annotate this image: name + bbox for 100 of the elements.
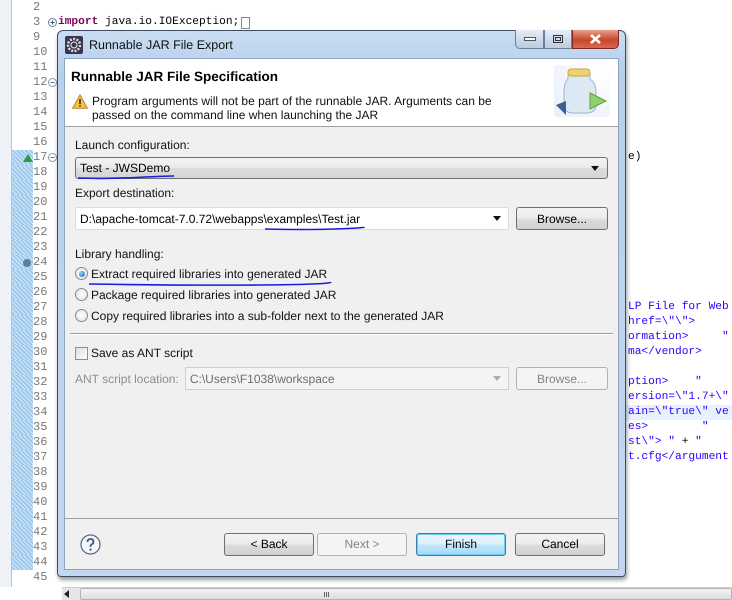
maximize-button[interactable] <box>544 30 572 49</box>
line-number: 41 <box>33 510 48 525</box>
line-number: 15 <box>33 120 48 135</box>
radio-label[interactable]: Copy required libraries into a sub-folder next to the generated JAR <box>91 308 444 322</box>
line-number: 22 <box>33 225 48 240</box>
window-title: Runnable JAR File Export <box>89 38 233 52</box>
change-bar <box>12 210 33 225</box>
line-number: 38 <box>33 465 48 480</box>
change-bar <box>12 495 33 510</box>
browse-button[interactable]: Browse... <box>516 207 608 230</box>
line-number: 42 <box>33 525 48 540</box>
radio-button[interactable] <box>75 267 88 280</box>
field-label: ANT script location: <box>75 372 179 386</box>
line-number: 21 <box>33 210 48 225</box>
change-bar <box>12 225 33 240</box>
change-bar <box>12 420 33 435</box>
line-number: 35 <box>33 420 48 435</box>
line-number: 43 <box>33 540 48 555</box>
line-number: 32 <box>33 375 48 390</box>
code-line: href=\"\"> <box>628 315 696 330</box>
radio-button[interactable] <box>75 288 88 301</box>
code-line: ma</vendor> <box>628 345 702 360</box>
code-line: t.cfg</argument <box>628 450 729 465</box>
jar-icon <box>554 65 610 117</box>
line-number: 39 <box>33 480 48 495</box>
line-number: 45 <box>33 570 48 585</box>
change-bar <box>12 285 33 300</box>
radio-label[interactable]: Extract required libraries into generated JAR <box>91 266 328 280</box>
code-line: e) <box>628 150 642 165</box>
change-bar <box>12 390 33 405</box>
folded-code-marker[interactable] <box>241 16 250 28</box>
line-number: 13 <box>33 90 48 105</box>
change-bar <box>12 180 33 195</box>
export-destination-field[interactable]: D:\apache-tomcat-7.0.72\webapps\examples\Test.jar <box>75 207 509 230</box>
change-bar <box>12 195 33 210</box>
code-line: ersion=\"1.7+\" <box>628 390 729 405</box>
expand-icon[interactable] <box>48 18 57 27</box>
change-bar <box>12 555 33 570</box>
line-number: 9 <box>33 30 42 45</box>
radio-label[interactable]: Package required libraries into generated JAR <box>91 288 336 302</box>
line-number: 17 <box>33 150 48 165</box>
grip-icon <box>324 592 328 596</box>
line-number: 36 <box>33 435 48 450</box>
line-number: 24 <box>33 255 48 270</box>
section-label: Library handling: <box>75 247 164 261</box>
line-number: 25 <box>33 270 48 285</box>
change-bar <box>12 360 33 375</box>
change-bar <box>12 300 33 315</box>
line-number: 30 <box>33 345 48 360</box>
launch-config-dropdown[interactable]: Test - JWSDemo <box>75 157 608 179</box>
help-icon[interactable] <box>80 534 101 554</box>
change-bar <box>12 330 33 345</box>
line-number: 19 <box>33 180 48 195</box>
line-number: 37 <box>33 450 48 465</box>
field-label: Launch configuration: <box>75 138 190 152</box>
caret-icon <box>591 166 599 170</box>
close-icon <box>589 34 602 44</box>
line-number: 28 <box>33 315 48 330</box>
dialog-button[interactable]: < Back <box>224 532 314 556</box>
warning-message: Program arguments will not be part of the runnable JAR. Arguments can be passed on the command line when launching the JAR <box>92 94 492 122</box>
code-line: es> " <box>628 420 709 435</box>
change-bar <box>12 480 33 495</box>
radio-button[interactable] <box>75 309 88 322</box>
collapse-icon[interactable] <box>48 78 57 87</box>
change-bar <box>12 315 33 330</box>
change-bar <box>12 465 33 480</box>
gear-icon <box>65 36 83 54</box>
caret-icon <box>493 216 501 221</box>
line-number: 23 <box>33 240 48 255</box>
line-number: 16 <box>33 135 48 150</box>
line-number: 27 <box>33 300 48 315</box>
caret-icon <box>493 376 501 381</box>
dialog-button[interactable]: Finish <box>416 532 506 556</box>
collapse-icon[interactable] <box>48 153 57 162</box>
change-bar <box>12 435 33 450</box>
line-number: 33 <box>33 390 48 405</box>
line-number: 44 <box>33 555 48 570</box>
close-button[interactable] <box>572 30 619 49</box>
line-number: 18 <box>33 165 48 180</box>
horizontal-scrollbar[interactable] <box>62 587 732 600</box>
maximize-icon <box>553 35 563 43</box>
code-line: import java.io.IOException; <box>58 15 240 30</box>
dialog-button[interactable]: Cancel <box>515 532 605 556</box>
code-line: ain=\"true\" ve <box>628 405 729 420</box>
warning-icon <box>72 94 88 109</box>
line-number: 20 <box>33 195 48 210</box>
change-bar <box>12 525 33 540</box>
minimize-button[interactable] <box>515 30 544 49</box>
line-number: 11 <box>33 60 48 75</box>
code-line: st\"> " + " <box>628 435 702 450</box>
change-bar <box>12 510 33 525</box>
change-bar <box>12 375 33 390</box>
line-number: 40 <box>33 495 48 510</box>
line-number: 26 <box>33 285 48 300</box>
code-line: ormation> " <box>628 330 729 345</box>
minimize-icon <box>524 37 536 41</box>
code-line: ption> " <box>628 375 702 390</box>
field-label: Export destination: <box>75 186 174 200</box>
left-arrow-icon[interactable] <box>64 590 70 598</box>
line-number: 34 <box>33 405 48 420</box>
